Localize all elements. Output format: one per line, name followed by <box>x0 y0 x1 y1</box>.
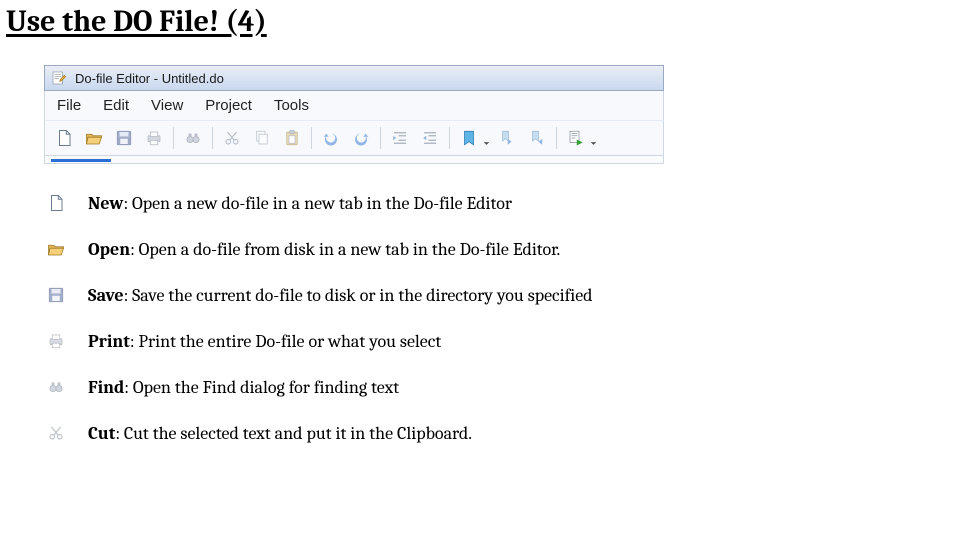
new-file-icon <box>44 192 68 214</box>
menu-bar: File Edit View Project Tools <box>44 91 664 120</box>
toolbar-separator <box>449 127 450 149</box>
menu-view[interactable]: View <box>151 97 183 114</box>
menu-tools[interactable]: Tools <box>274 97 309 114</box>
legend-row-print: Print: Print the entire Do-file or what … <box>44 330 960 352</box>
tool-run[interactable] <box>563 125 589 151</box>
menu-project[interactable]: Project <box>205 97 252 114</box>
menu-edit[interactable]: Edit <box>103 97 129 114</box>
open-folder-icon <box>44 238 68 260</box>
legend-text: Save: Save the current do-file to disk o… <box>88 285 593 306</box>
tool-bookmark-toggle[interactable] <box>456 125 482 151</box>
editor-screenshot: Do-file Editor - Untitled.do File Edit V… <box>44 65 664 164</box>
icon-legend: New: Open a new do-file in a new tab in … <box>44 192 960 444</box>
app-icon <box>51 70 67 86</box>
tool-find[interactable] <box>180 125 206 151</box>
legend-row-save: Save: Save the current do-file to disk o… <box>44 284 960 306</box>
toolbar-separator <box>556 127 557 149</box>
print-icon <box>44 330 68 352</box>
legend-text: Cut: Cut the selected text and put it in… <box>88 423 472 444</box>
tool-save[interactable] <box>111 125 137 151</box>
toolbar <box>44 120 664 156</box>
toolbar-separator <box>212 127 213 149</box>
tool-redo[interactable] <box>348 125 374 151</box>
tool-print[interactable] <box>141 125 167 151</box>
legend-text: Print: Print the entire Do-file or what … <box>88 331 441 352</box>
tool-undo[interactable] <box>318 125 344 151</box>
active-tab-indicator <box>51 156 111 162</box>
legend-text: New: Open a new do-file in a new tab in … <box>88 193 512 214</box>
tool-bookmark-prev[interactable] <box>494 125 520 151</box>
legend-row-open: Open: Open a do-file from disk in a new … <box>44 238 960 260</box>
tab-strip <box>44 156 664 164</box>
legend-row-find: Find: Open the Find dialog for finding t… <box>44 376 960 398</box>
tool-copy[interactable] <box>249 125 275 151</box>
tool-open[interactable] <box>81 125 107 151</box>
cut-icon <box>44 422 68 444</box>
chevron-down-icon[interactable] <box>590 140 597 147</box>
tool-paste[interactable] <box>279 125 305 151</box>
legend-row-cut: Cut: Cut the selected text and put it in… <box>44 422 960 444</box>
toolbar-separator <box>380 127 381 149</box>
menu-file[interactable]: File <box>57 97 81 114</box>
toolbar-separator <box>173 127 174 149</box>
toolbar-separator <box>311 127 312 149</box>
legend-text: Find: Open the Find dialog for finding t… <box>88 377 399 398</box>
save-icon <box>44 284 68 306</box>
legend-text: Open: Open a do-file from disk in a new … <box>88 239 560 260</box>
window-title-text: Do-file Editor - Untitled.do <box>75 71 224 86</box>
window-titlebar: Do-file Editor - Untitled.do <box>44 65 664 91</box>
tool-outdent[interactable] <box>387 125 413 151</box>
tool-new[interactable] <box>51 125 77 151</box>
chevron-down-icon[interactable] <box>483 140 490 147</box>
slide-title: Use the DO File! (4) <box>0 0 960 41</box>
tool-cut[interactable] <box>219 125 245 151</box>
legend-row-new: New: Open a new do-file in a new tab in … <box>44 192 960 214</box>
find-icon <box>44 376 68 398</box>
tool-indent[interactable] <box>417 125 443 151</box>
tool-bookmark-next[interactable] <box>524 125 550 151</box>
